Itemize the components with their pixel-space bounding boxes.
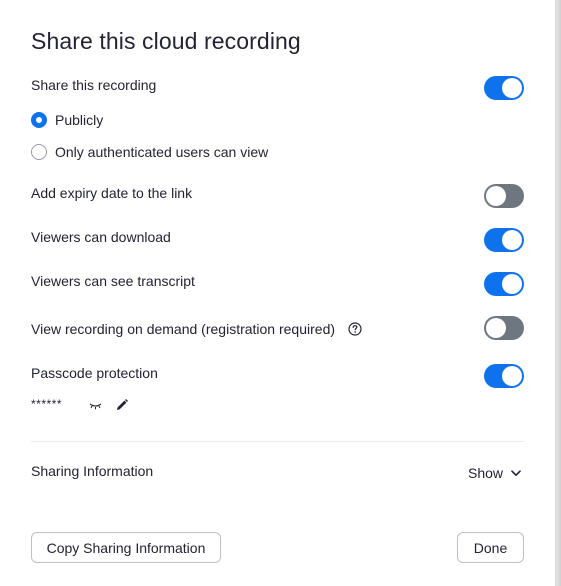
copy-sharing-information-button[interactable]: Copy Sharing Information (31, 532, 221, 563)
on-demand-toggle[interactable] (484, 316, 524, 340)
done-button[interactable]: Done (457, 532, 524, 563)
share-recording-toggle[interactable] (484, 76, 524, 100)
dialog-title: Share this cloud recording (31, 28, 301, 54)
sharing-information-label: Sharing Information (31, 463, 154, 479)
passcode-label: Passcode protection (31, 365, 158, 381)
radio-option-authenticated[interactable]: Only authenticated users can view (31, 143, 268, 161)
window-edge (555, 0, 561, 586)
viewers-download-toggle[interactable] (484, 228, 524, 252)
toggle-knob (502, 78, 522, 98)
toggle-knob (486, 318, 506, 338)
share-recording-label: Share this recording (31, 77, 157, 93)
viewers-download-label: Viewers can download (31, 229, 171, 245)
viewers-transcript-label: Viewers can see transcript (31, 273, 195, 289)
radio-authenticated-label: Only authenticated users can view (55, 144, 269, 160)
question-circle-icon[interactable] (348, 322, 362, 336)
toggle-knob (502, 366, 522, 386)
radio-option-publicly[interactable]: Publicly (31, 111, 103, 129)
section-divider (31, 441, 524, 442)
pencil-icon[interactable] (116, 399, 128, 411)
radio-authenticated[interactable] (31, 144, 47, 160)
toggle-knob (486, 186, 506, 206)
viewers-transcript-toggle[interactable] (484, 272, 524, 296)
on-demand-label: View recording on demand (registration r… (31, 321, 336, 337)
chevron-down-icon (511, 469, 521, 476)
passcode-masked-value: ****** (31, 397, 63, 411)
expiry-date-label: Add expiry date to the link (31, 185, 193, 201)
toggle-knob (502, 230, 522, 250)
show-label: Show (468, 465, 504, 481)
radio-publicly-label: Publicly (55, 112, 104, 128)
radio-publicly[interactable] (31, 112, 47, 128)
toggle-knob (502, 274, 522, 294)
sharing-information-show-toggle[interactable]: Show (468, 463, 521, 483)
eye-closed-icon[interactable] (89, 402, 102, 410)
expiry-date-toggle[interactable] (484, 184, 524, 208)
passcode-toggle[interactable] (484, 364, 524, 388)
share-recording-dialog: Share this cloud recording Share this re… (0, 0, 556, 586)
